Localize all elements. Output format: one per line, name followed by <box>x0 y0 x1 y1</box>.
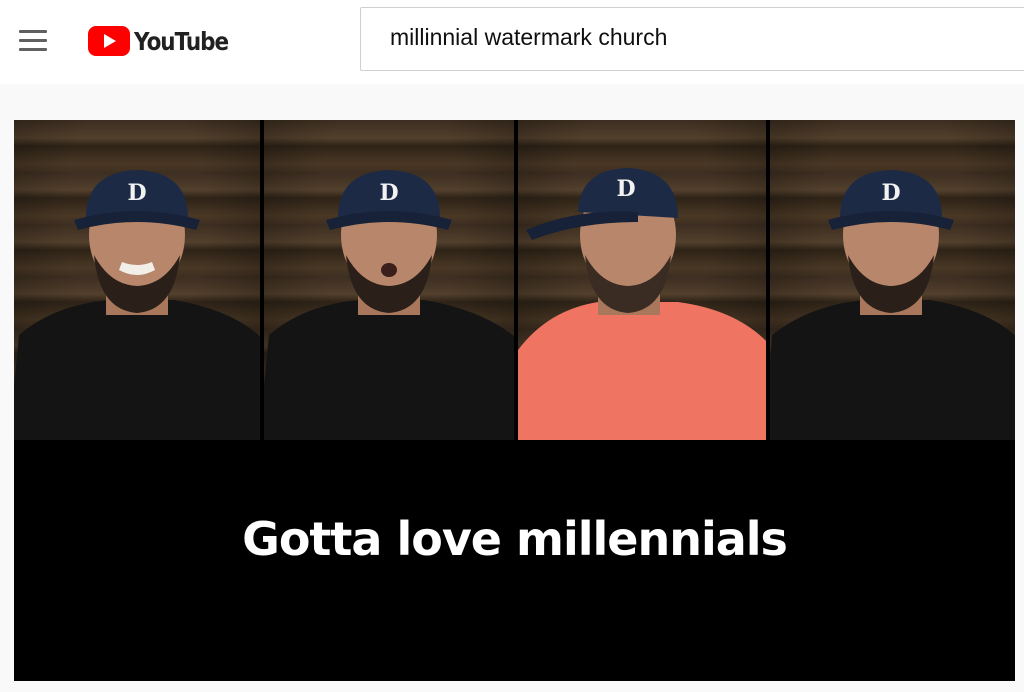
menu-bar-line <box>19 39 47 42</box>
video-frame-panel-4: D <box>770 120 1015 440</box>
person-figure: D <box>518 168 766 440</box>
person-figure: D <box>14 170 260 440</box>
video-player[interactable]: D D D D Gotta love millennials <box>14 120 1015 681</box>
menu-bar-line <box>19 48 47 51</box>
search-input[interactable] <box>361 8 1024 70</box>
logo-wordmark: YouTube <box>134 26 229 56</box>
top-bar: YouTube <box>0 0 1024 84</box>
hamburger-menu-icon[interactable] <box>14 24 52 58</box>
video-frame-panel-2: D <box>264 120 514 440</box>
youtube-play-icon <box>88 26 130 56</box>
menu-bar-line <box>19 30 47 33</box>
cap-logo-letter: D <box>616 176 635 202</box>
cap-logo-letter: D <box>379 180 398 206</box>
cap-logo-letter: D <box>127 180 146 206</box>
search-box[interactable] <box>360 7 1024 71</box>
video-frame-panel-1: D <box>14 120 260 440</box>
video-caption: Gotta love millennials <box>242 512 788 566</box>
cap-logo-letter: D <box>881 180 900 206</box>
person-figure: D <box>264 170 514 440</box>
video-frame-panel-3: D <box>518 120 766 440</box>
person-figure: D <box>770 170 1015 440</box>
youtube-logo[interactable]: YouTube <box>88 22 243 60</box>
